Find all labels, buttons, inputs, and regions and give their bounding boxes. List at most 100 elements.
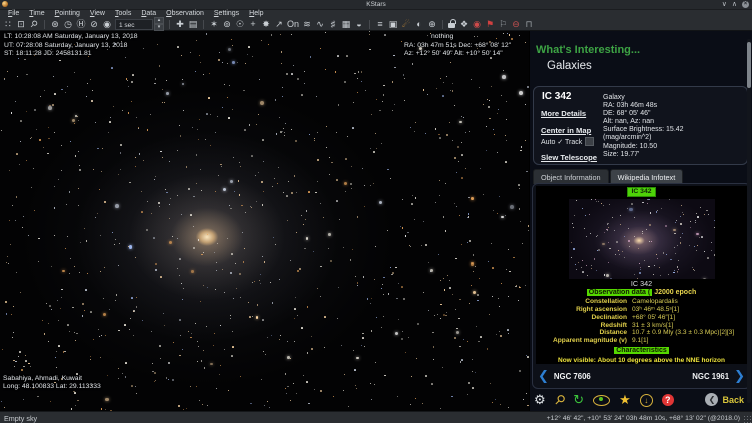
toggle-planets-icon[interactable]: ☉: [235, 18, 245, 30]
geographic-location-icon[interactable]: ⊛: [50, 18, 60, 30]
time-step-spinbox[interactable]: 1 sec▴▾: [115, 19, 164, 30]
prev-object-chevron-icon[interactable]: ❮: [538, 366, 549, 386]
menu-file[interactable]: File: [3, 10, 24, 18]
close-icon[interactable]: ×: [742, 1, 749, 8]
list-flags-icon[interactable]: ⚐: [498, 18, 508, 30]
auto-track-checkbox[interactable]: Auto ✓ Track: [541, 137, 605, 146]
time-to-now-icon[interactable]: Ⓗ: [76, 18, 86, 30]
star: [154, 179, 155, 180]
star: [15, 361, 17, 363]
step-backward-icon[interactable]: ◉: [102, 18, 112, 30]
toggle-stars-icon[interactable]: ✶: [209, 18, 219, 30]
focus-infobox[interactable]: nothingRA: 03h 47m 51s Dec: +68° 08' 12"…: [404, 33, 511, 59]
back-button[interactable]: ❮ Back: [705, 393, 744, 406]
prev-object-label[interactable]: NGC 7606: [554, 372, 591, 381]
next-object-label[interactable]: NGC 1961: [692, 372, 729, 381]
menu-pointing[interactable]: Pointing: [50, 10, 85, 18]
remove-trail-icon[interactable]: ⊖: [511, 18, 521, 30]
toggle-horizon-icon[interactable]: ◒: [354, 18, 364, 30]
toggle-equatorial-grid-icon[interactable]: ▦: [341, 18, 351, 30]
star: [296, 393, 297, 394]
export-sky-image-icon[interactable]: ▤: [188, 18, 198, 30]
star: [608, 227, 609, 228]
star: [307, 306, 309, 308]
menu-observation[interactable]: Observation: [161, 10, 209, 18]
add-flag-icon[interactable]: ⚑: [485, 18, 495, 30]
menu-view[interactable]: View: [85, 10, 110, 18]
star: [438, 134, 440, 136]
find-target-icon[interactable]: ⊕: [427, 18, 437, 30]
favorite-star-icon[interactable]: ★: [619, 392, 631, 408]
reload-icon[interactable]: ↻: [573, 392, 584, 408]
visibility-eye-icon[interactable]: [593, 395, 610, 406]
toggle-deep-sky-icon[interactable]: ⊚: [222, 18, 232, 30]
star: [273, 237, 274, 238]
night-vision-icon[interactable]: ☄: [401, 18, 411, 30]
open-image-icon[interactable]: ⊡: [16, 18, 26, 30]
toggle-comets-icon[interactable]: ✸: [261, 18, 271, 30]
toggle-crosshair-icon[interactable]: +: [248, 18, 258, 30]
time-infobox[interactable]: LT: 10:28:08 AM Saturday, January 13, 20…: [4, 33, 138, 59]
star: [65, 92, 66, 93]
spin-up-icon[interactable]: ▴: [154, 17, 164, 24]
star: [230, 208, 232, 210]
menu-help[interactable]: Help: [244, 10, 268, 18]
toggle-labels-icon[interactable]: On: [287, 18, 299, 30]
spin-down-icon[interactable]: ▾: [154, 24, 164, 31]
maximize-icon[interactable]: ∧: [732, 0, 737, 9]
zenith-point-icon[interactable]: ✚: [175, 18, 185, 30]
time-step-steppers[interactable]: ▴▾: [154, 17, 164, 31]
toggle-info-boxes-icon[interactable]: ≡: [375, 18, 385, 30]
help-icon[interactable]: ?: [662, 394, 674, 406]
next-object-chevron-icon[interactable]: ❯: [734, 366, 745, 386]
star: [456, 206, 457, 207]
hips-overlay-icon[interactable]: ⊓: [524, 18, 534, 30]
star: [301, 327, 303, 329]
toggle-milky-way-icon[interactable]: ≋: [302, 18, 312, 30]
menu-settings[interactable]: Settings: [209, 10, 244, 18]
update-data-icon[interactable]: ∷: [3, 18, 13, 30]
sky-map[interactable]: LT: 10:28:08 AM Saturday, January 13, 20…: [0, 31, 529, 411]
star: [692, 267, 693, 268]
center-in-map-link[interactable]: Center in Map: [541, 126, 605, 135]
star: [54, 235, 55, 236]
star: [432, 332, 434, 334]
more-details-link[interactable]: More Details: [541, 109, 605, 118]
titlebar[interactable]: KStars ∨ ∧ ×: [0, 0, 752, 10]
star: [582, 271, 584, 273]
details-magnifier-icon[interactable]: ⚲: [550, 391, 568, 409]
set-time-icon[interactable]: ◷: [63, 18, 73, 30]
star: [72, 119, 75, 122]
settings-icon[interactable]: ⚙: [534, 392, 546, 408]
scrollbar-thumb[interactable]: [747, 42, 751, 88]
toggle-constellation-lines-icon[interactable]: ∿: [315, 18, 325, 30]
time-step-value[interactable]: 1 sec: [115, 19, 153, 30]
star: [136, 306, 138, 308]
checkbox-box[interactable]: [585, 137, 594, 146]
star: [608, 262, 609, 263]
download-icon[interactable]: ↓: [640, 394, 653, 407]
resize-grip[interactable]: [743, 415, 751, 423]
tab-wikipedia-infotext[interactable]: Wikipedia Infotext: [610, 169, 684, 184]
toggle-supernovae-icon[interactable]: ↗: [274, 18, 284, 30]
row-value: +68° 05′ 46″[1]: [632, 314, 747, 322]
pause-clock-icon[interactable]: ⊘: [89, 18, 99, 30]
location-infobox[interactable]: Sabahiya, Ahmadi, KuwaitLong: 48.100833 …: [3, 375, 101, 392]
tab-object-information[interactable]: Object Information: [533, 169, 609, 184]
star: [179, 125, 180, 126]
toggle-constellation-bounds-icon[interactable]: ♯: [328, 18, 338, 30]
star: [264, 405, 265, 406]
record-dot-icon[interactable]: ◉: [472, 18, 482, 30]
star: [598, 249, 600, 251]
eclipse-view-icon[interactable]: ◐: [414, 18, 424, 30]
color-scheme-icon[interactable]: ❖: [459, 18, 469, 30]
lock-position-icon[interactable]: [448, 19, 456, 29]
menu-time[interactable]: Time: [24, 10, 49, 18]
fov-symbol-icon[interactable]: ▣: [388, 18, 398, 30]
panel-scrollbar[interactable]: [747, 39, 751, 403]
slew-telescope-link[interactable]: Slew Telescope: [541, 153, 605, 162]
find-object-icon[interactable]: ⚲: [26, 16, 42, 32]
menu-tools[interactable]: Tools: [110, 10, 136, 18]
minimize-icon[interactable]: ∨: [722, 0, 727, 9]
star: [573, 227, 574, 228]
